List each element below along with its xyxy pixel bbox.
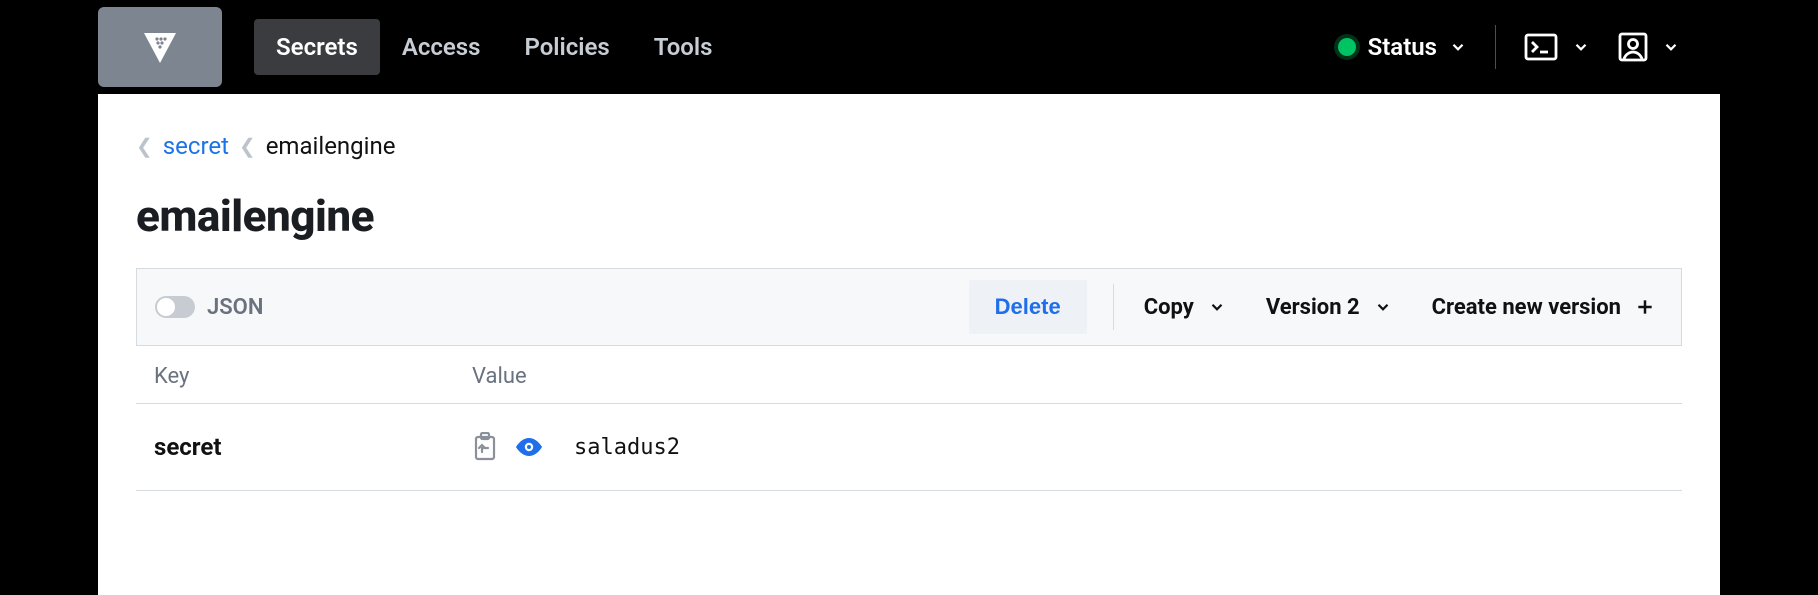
breadcrumb-secret[interactable]: secret	[163, 132, 229, 160]
delete-button[interactable]: Delete	[969, 280, 1087, 334]
table-header: Key Value	[136, 346, 1682, 404]
nav-secrets[interactable]: Secrets	[254, 19, 380, 75]
user-icon	[1618, 32, 1648, 62]
topbar-right: Status	[1338, 25, 1680, 69]
content: ❮ secret ❮ emailengine emailengine JSON …	[98, 94, 1720, 595]
breadcrumb: ❮ secret ❮ emailengine	[136, 132, 1682, 160]
json-label: JSON	[207, 295, 263, 320]
create-version-button[interactable]: Create new version	[1432, 295, 1655, 320]
secret-value: saladus2	[574, 435, 680, 460]
status-label: Status	[1368, 33, 1437, 61]
divider	[1113, 284, 1114, 330]
topbar: Secrets Access Policies Tools Status	[98, 0, 1720, 94]
chevron-down-icon	[1374, 298, 1392, 316]
terminal-icon	[1524, 33, 1558, 61]
row-value: saladus2	[472, 432, 1664, 462]
chevron-down-icon	[1572, 38, 1590, 56]
status-dropdown[interactable]: Status	[1338, 33, 1467, 61]
user-dropdown[interactable]	[1618, 32, 1680, 62]
row-key: secret	[154, 433, 472, 461]
version-dropdown[interactable]: Version 2	[1266, 295, 1392, 320]
copy-label: Copy	[1144, 295, 1194, 320]
json-toggle[interactable]	[155, 296, 195, 318]
nav-tools[interactable]: Tools	[632, 19, 735, 75]
toolbar: JSON Delete Copy Version 2 Create new ve…	[136, 268, 1682, 346]
terminal-dropdown[interactable]	[1524, 33, 1590, 61]
app-logo[interactable]	[98, 7, 222, 87]
chevron-down-icon	[1208, 298, 1226, 316]
breadcrumb-current: emailengine	[266, 132, 396, 160]
vault-logo-icon	[140, 27, 180, 67]
col-value: Value	[472, 364, 1664, 389]
create-version-label: Create new version	[1432, 295, 1621, 320]
version-label: Version 2	[1266, 295, 1360, 320]
breadcrumb-sep-icon: ❮	[239, 134, 256, 158]
chevron-down-icon	[1449, 38, 1467, 56]
main-nav: Secrets Access Policies Tools	[254, 19, 734, 75]
eye-icon[interactable]	[514, 436, 544, 458]
plus-icon	[1635, 297, 1655, 317]
nav-access[interactable]: Access	[380, 19, 503, 75]
breadcrumb-sep-icon: ❮	[136, 134, 153, 158]
page-title: emailengine	[136, 190, 1682, 242]
chevron-down-icon	[1662, 38, 1680, 56]
status-indicator-icon	[1338, 38, 1356, 56]
table-row: secret saladus	[136, 404, 1682, 491]
divider	[1495, 25, 1496, 69]
col-key: Key	[154, 364, 472, 389]
clipboard-icon[interactable]	[472, 432, 498, 462]
nav-policies[interactable]: Policies	[502, 19, 631, 75]
copy-dropdown[interactable]: Copy	[1144, 295, 1226, 320]
